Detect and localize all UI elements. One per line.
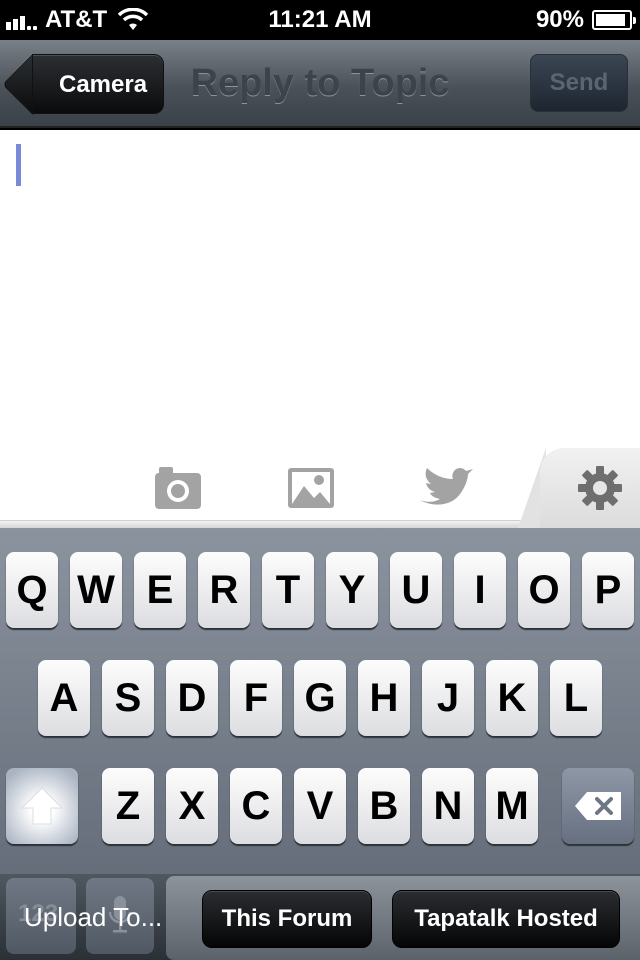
- key-t[interactable]: T: [262, 552, 314, 628]
- backspace-icon: [575, 792, 621, 820]
- key-x[interactable]: X: [166, 768, 218, 844]
- upload-this-forum-button[interactable]: This Forum: [202, 890, 372, 948]
- key-k[interactable]: K: [486, 660, 538, 736]
- twitter-bird-icon[interactable]: [414, 462, 476, 514]
- key-i[interactable]: I: [454, 552, 506, 628]
- gear-icon[interactable]: [572, 462, 628, 514]
- key-e[interactable]: E: [134, 552, 186, 628]
- battery-icon: [592, 10, 636, 30]
- battery-percent: 90%: [535, 6, 584, 33]
- key-q[interactable]: Q: [6, 552, 58, 628]
- key-r[interactable]: R: [198, 552, 250, 628]
- key-m[interactable]: M: [486, 768, 538, 844]
- image-icon[interactable]: [283, 462, 339, 514]
- key-l[interactable]: L: [550, 660, 602, 736]
- key-c[interactable]: C: [230, 768, 282, 844]
- upload-options-panel: This Forum Tapatalk Hosted: [166, 876, 640, 960]
- shift-arrow-icon: [20, 787, 64, 825]
- key-o[interactable]: O: [518, 552, 570, 628]
- key-b[interactable]: B: [358, 768, 410, 844]
- key-v[interactable]: V: [294, 768, 346, 844]
- shift-key[interactable]: [6, 768, 78, 844]
- key-a[interactable]: A: [38, 660, 90, 736]
- status-right: 90%: [535, 6, 636, 34]
- key-w[interactable]: W: [70, 552, 122, 628]
- back-button[interactable]: Camera Roll: [32, 54, 165, 158]
- key-j[interactable]: J: [422, 660, 474, 736]
- attachment-toolbar: [0, 448, 640, 528]
- navigation-bar: Reply to Topic Camera Roll Send: [0, 40, 640, 158]
- status-bar: AT&T 11:21 AM 90%: [0, 0, 640, 40]
- battery-fill: [596, 14, 625, 26]
- send-button[interactable]: Send: [530, 54, 628, 112]
- key-y[interactable]: Y: [326, 552, 378, 628]
- keyboard-bottom-row: 123 This Forum Tapatalk Hosted Upload To…: [0, 874, 640, 960]
- key-f[interactable]: F: [230, 660, 282, 736]
- camera-icon[interactable]: [150, 462, 206, 514]
- upload-to-label: Upload To...: [24, 902, 163, 932]
- text-caret: [16, 144, 21, 186]
- key-d[interactable]: D: [166, 660, 218, 736]
- key-p[interactable]: P: [582, 552, 634, 628]
- key-n[interactable]: N: [422, 768, 474, 844]
- upload-tapatalk-hosted-button[interactable]: Tapatalk Hosted: [392, 890, 620, 948]
- reply-text-area[interactable]: [0, 130, 640, 450]
- key-z[interactable]: Z: [102, 768, 154, 844]
- key-u[interactable]: U: [390, 552, 442, 628]
- key-g[interactable]: G: [294, 660, 346, 736]
- key-s[interactable]: S: [102, 660, 154, 736]
- key-h[interactable]: H: [358, 660, 410, 736]
- delete-key[interactable]: [562, 768, 634, 844]
